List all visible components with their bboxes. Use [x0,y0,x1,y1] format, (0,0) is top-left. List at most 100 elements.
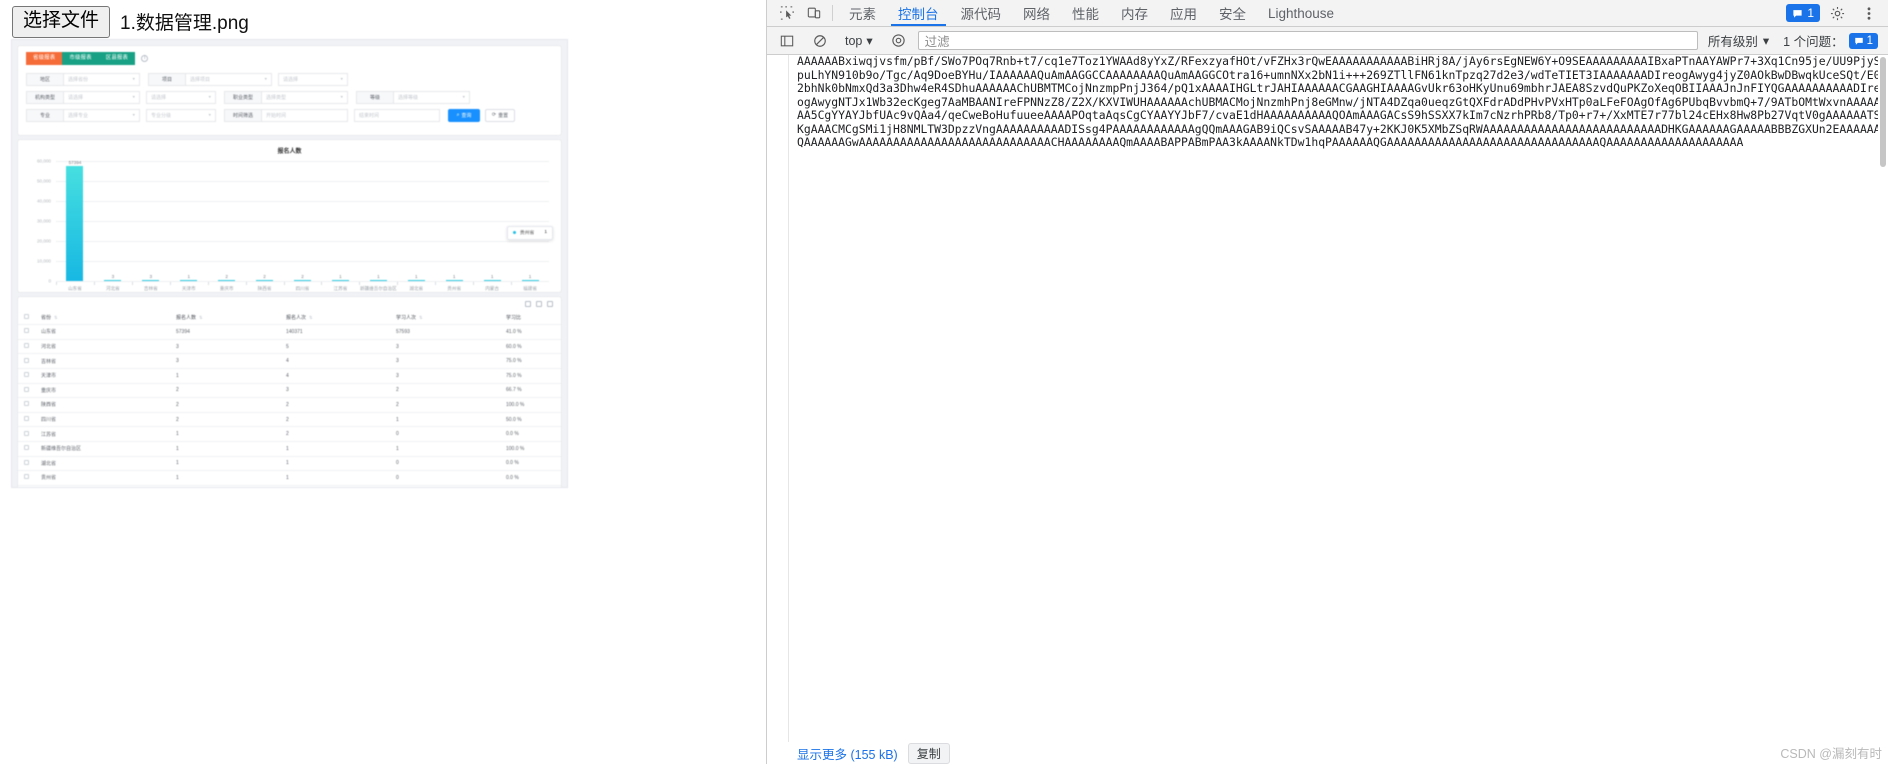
devtools-tab-0[interactable]: 元素 [838,0,887,26]
row-checkbox-cell[interactable] [18,426,35,442]
sort-icon[interactable]: ⇅ [54,315,58,320]
col-province[interactable]: 省份 ⇅ [35,310,170,326]
choose-file-button[interactable]: 选择文件 [12,6,111,38]
col-study-times[interactable]: 学习人次 ⇅ [390,310,500,326]
table-row[interactable]: 天津市 1 4 3 75.0 % [18,368,561,384]
tab-province-report[interactable]: 省级报表 [26,52,63,65]
table-row[interactable]: 新疆维吾尔自治区 1 1 1 100.0 % [18,441,561,457]
row-checkbox-cell[interactable] [18,441,35,457]
devtools-tab-2[interactable]: 源代码 [950,0,1013,26]
row-checkbox-cell[interactable] [18,485,35,487]
kebab-menu-icon[interactable] [1855,6,1882,21]
checkbox-icon[interactable] [24,328,29,334]
row-checkbox-cell[interactable] [18,339,35,355]
table-row[interactable]: 四川省 2 2 1 50.0 % [18,412,561,428]
table-row[interactable]: 贵州省 1 1 0 0.0 % [18,470,561,486]
select-project[interactable]: 选择项目 ▾ [186,72,272,86]
live-expression-icon[interactable] [885,33,912,48]
checkbox-icon[interactable] [24,343,29,349]
devtools-tab-4[interactable]: 性能 [1061,0,1110,26]
table-row[interactable]: 湖北省 1 1 0 0.0 % [18,456,561,472]
chart-bar[interactable] [445,279,463,281]
chart-bar[interactable] [521,279,539,281]
table-row[interactable]: 江苏省 1 2 0 0.0 % [18,426,561,442]
row-checkbox-cell[interactable] [18,470,35,486]
chart-bar[interactable] [218,279,236,281]
checkbox-icon[interactable] [24,386,29,392]
console-scrollbar[interactable] [1878,55,1888,742]
date-end-input[interactable]: 结束时间 [354,108,440,122]
console-sidebar-icon[interactable] [773,34,800,48]
row-checkbox-cell[interactable] [18,368,35,384]
checkbox-icon[interactable] [24,445,29,451]
select-major-level[interactable]: 专业分级 ▾ [146,108,216,122]
checkbox-icon[interactable] [24,459,29,465]
row-checkbox-cell[interactable] [18,412,35,428]
console-scrollbar-thumb[interactable] [1880,57,1886,167]
select-grade[interactable]: 选择等级 ▾ [394,90,470,104]
sort-icon[interactable]: ⇅ [309,315,313,320]
row-checkbox-cell[interactable] [18,456,35,472]
chart-bar[interactable] [407,279,425,281]
chart-bar[interactable] [66,165,84,281]
row-checkbox-cell[interactable] [18,353,35,369]
info-circle-icon[interactable]: i [141,54,149,62]
console-filter-input[interactable]: 过滤 [917,31,1698,50]
chart-bar[interactable] [369,279,387,281]
log-level-select[interactable]: 所有级别 ▾ [1704,31,1773,50]
clear-console-icon[interactable] [806,34,833,48]
devtools-tab-6[interactable]: 应用 [1159,0,1208,26]
table-row[interactable]: 吉林省 3 4 3 75.0 % [18,353,561,369]
table-row[interactable]: 河北省 3 5 3 60.0 % [18,339,561,355]
chart-bar[interactable] [180,279,198,281]
col-signup-times[interactable]: 报名人次 ⇅ [280,310,390,326]
devtools-tab-3[interactable]: 网络 [1012,0,1061,26]
table-row[interactable]: 陕西省 2 2 2 100.0 % [18,397,561,413]
issues-badge[interactable]: 1 [1786,4,1820,22]
select-all-checkbox-cell[interactable] [18,310,35,326]
sort-icon[interactable]: ⇅ [419,315,423,320]
gear-icon[interactable] [1824,6,1851,21]
density-icon[interactable] [536,300,542,307]
chart-bar[interactable] [142,279,160,281]
column-settings-icon[interactable] [525,300,531,307]
checkbox-icon[interactable] [24,372,29,378]
chart-bar[interactable] [294,279,311,281]
col-study-rate[interactable]: 学习比 [500,310,561,326]
checkbox-icon[interactable] [24,430,29,436]
checkbox-icon[interactable] [24,313,29,319]
devtools-tab-1[interactable]: 控制台 [887,0,950,26]
execution-context-select[interactable]: top ▾ [839,31,879,50]
chart-bar[interactable] [256,279,274,281]
checkbox-icon[interactable] [24,357,29,363]
sort-icon[interactable]: ⇅ [199,315,203,320]
select-major[interactable]: 选择专业 ▾ [64,108,140,122]
table-row[interactable]: 内蒙古1100.0 % [18,485,561,487]
copy-button[interactable]: 复制 [907,742,950,764]
chart-bar[interactable] [483,279,501,281]
inspect-element-icon[interactable] [773,0,800,26]
fullscreen-icon[interactable] [547,300,553,307]
select-org-type[interactable]: 请选择 ▾ [64,90,140,104]
row-checkbox-cell[interactable] [18,397,35,413]
tab-city-report[interactable]: 市级报表 [62,52,99,65]
select-job-type[interactable]: 选择类型 ▾ [262,90,348,104]
select-region[interactable]: 选择省份 ▾ [64,72,140,86]
devtools-tab-7[interactable]: 安全 [1208,0,1257,26]
chart-bar[interactable] [104,279,122,281]
table-row[interactable]: 山东省 57394 140371 57593 41.0 % [18,324,561,340]
chart-bar[interactable] [331,279,349,281]
select-project-sub[interactable]: 请选择 ▾ [278,72,348,86]
row-checkbox-cell[interactable] [18,383,35,399]
issues-status[interactable]: 1 个问题： 1 [1779,31,1882,50]
table-row[interactable]: 重庆市 2 3 2 66.7 % [18,383,561,399]
checkbox-icon[interactable] [24,416,29,422]
row-checkbox-cell[interactable] [18,324,35,340]
date-start-input[interactable]: 开始时间 [262,108,348,122]
devtools-tab-8[interactable]: Lighthouse [1257,0,1345,26]
tab-district-report[interactable]: 区县报表 [98,52,136,65]
checkbox-icon[interactable] [24,401,29,407]
select-org-subtype[interactable]: 请选择 ▾ [146,90,216,104]
reset-button[interactable]: ⟳ 重置 [485,108,515,122]
search-button[interactable]: ⌕ 查询 [448,108,480,122]
